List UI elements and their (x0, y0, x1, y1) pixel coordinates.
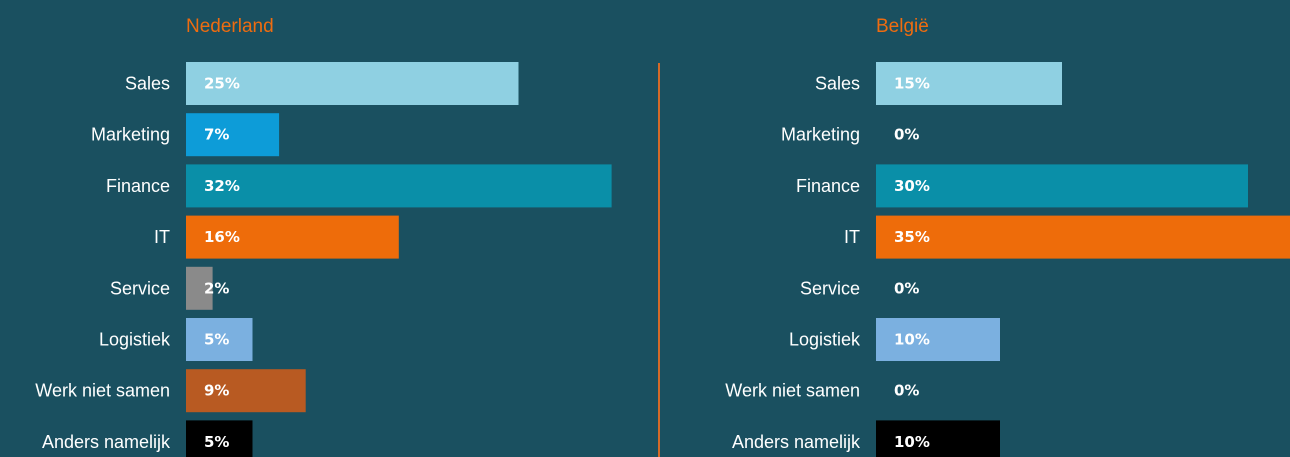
chart-area: Nederland België Sales 25% Marketing 7% Fina… (0, 0, 1290, 457)
category-label-be-werk-niet-samen: Werk niet samen (725, 381, 860, 401)
value-label-be-marketing: 0% (894, 126, 919, 144)
category-label-nl-werk-niet-samen: Werk niet samen (35, 381, 170, 401)
value-label-be-anders-namelijk: 10% (894, 433, 930, 451)
category-label-be-logistiek: Logistiek (789, 330, 861, 350)
category-label-nl-anders-namelijk: Anders namelijk (42, 432, 171, 452)
category-label-nl-sales: Sales (125, 74, 170, 94)
category-label-nl-logistiek: Logistiek (99, 330, 171, 350)
value-label-be-sales: 15% (894, 75, 930, 93)
value-label-be-finance: 30% (894, 177, 930, 195)
value-label-nl-logistiek: 5% (204, 331, 229, 349)
value-label-nl-marketing: 7% (204, 126, 229, 144)
bar-be-it (876, 215, 1290, 259)
value-label-be-it: 35% (894, 228, 930, 246)
value-label-nl-werk-niet-samen: 9% (204, 382, 229, 400)
category-label-be-marketing: Marketing (781, 125, 860, 145)
category-label-nl-it: IT (154, 227, 170, 247)
category-label-be-service: Service (800, 278, 860, 298)
value-label-be-service: 0% (894, 279, 919, 297)
category-label-nl-service: Service (110, 278, 170, 298)
category-label-nl-finance: Finance (106, 176, 170, 196)
bar-charts-svg: Sales 25% Marketing 7% Finance 32% IT 16% Servic… (35, 62, 1290, 457)
value-label-be-logistiek: 10% (894, 331, 930, 349)
category-label-nl-marketing: Marketing (91, 125, 170, 145)
value-label-nl-anders-namelijk: 5% (204, 433, 229, 451)
bar-be-finance (876, 164, 1248, 208)
value-label-nl-service: 2% (204, 279, 229, 297)
category-label-be-anders-namelijk: Anders namelijk (732, 432, 861, 452)
value-label-be-werk-niet-samen: 0% (894, 382, 919, 400)
bar-nl-marketing (186, 113, 280, 157)
category-label-be-sales: Sales (815, 74, 860, 94)
category-label-be-finance: Finance (796, 176, 860, 196)
value-label-nl-finance: 32% (204, 177, 240, 195)
category-label-be-it: IT (844, 227, 860, 247)
value-label-nl-it: 16% (204, 228, 240, 246)
bar-nl-finance (186, 164, 612, 208)
value-label-nl-sales: 25% (204, 75, 240, 93)
